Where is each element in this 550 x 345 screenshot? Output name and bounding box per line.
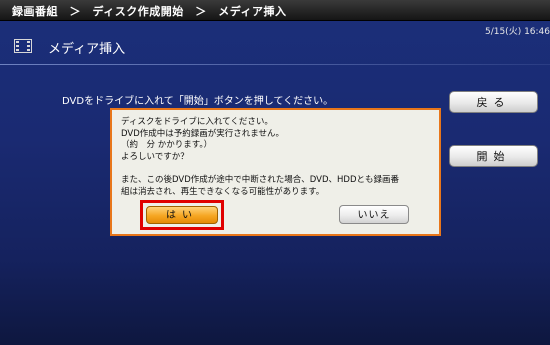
breadcrumb-bar: 録画番組 ＞ ディスク作成開始 ＞ メディア挿入	[0, 0, 550, 21]
dialog-line: 組は消去され、再生できなくなる可能性があります。	[121, 186, 325, 197]
header-divider	[0, 64, 550, 65]
film-icon	[14, 39, 32, 53]
yes-button[interactable]: はい	[146, 206, 218, 224]
dialog-line: また、この後DVD作成が途中で中断された場合、DVD、HDDとも録画番	[121, 175, 399, 185]
datetime-display: 5/15(火) 16:46	[484, 27, 550, 37]
dialog-line: よろしいですか？	[121, 151, 189, 162]
dialog-line: ディスクをドライブに入れてください。	[121, 117, 273, 127]
yes-button-highlight: はい	[140, 200, 224, 230]
dialog-spacer	[121, 163, 399, 175]
page-title: メディア挿入	[48, 42, 126, 57]
dialog-line: DVD作成中は予約録画が実行されません。	[121, 128, 285, 139]
start-button[interactable]: 開始	[449, 145, 538, 167]
instruction-text: DVDをドライブに入れて「開始」ボタンを押してください。	[62, 96, 334, 107]
no-button[interactable]: いいえ	[339, 205, 409, 224]
dialog-message: ディスクをドライブに入れてください。 DVD作成中は予約録画が実行されません。 …	[121, 117, 399, 198]
back-button[interactable]: 戻る	[449, 91, 538, 113]
dialog-line: （約 分 かかります。）	[121, 140, 213, 150]
breadcrumb: 録画番組 ＞ ディスク作成開始 ＞ メディア挿入	[12, 5, 287, 18]
confirm-dialog: ディスクをドライブに入れてください。 DVD作成中は予約録画が実行されません。 …	[110, 108, 441, 236]
